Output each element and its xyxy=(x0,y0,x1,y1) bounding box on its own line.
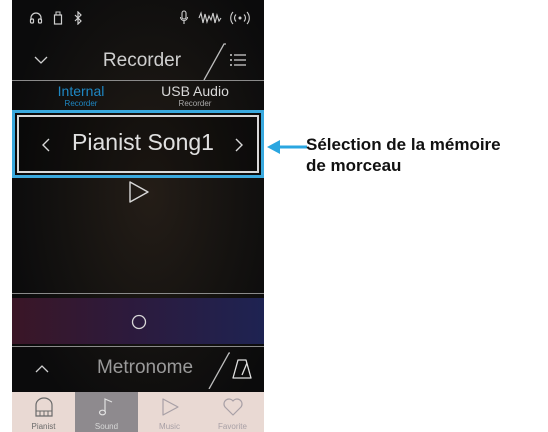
circle-icon xyxy=(131,314,147,330)
microphone-icon xyxy=(178,10,190,26)
metronome-icon xyxy=(232,359,252,379)
tab-sublabel: Recorder xyxy=(64,99,98,108)
nav-pianist[interactable]: Pianist xyxy=(12,392,75,432)
song-memory-selector: Pianist Song1 xyxy=(12,110,264,178)
nav-label: Music xyxy=(159,422,180,431)
song-memory-annotation: Sélection de la mémoire de morceau xyxy=(306,134,546,176)
chevron-up-icon xyxy=(35,365,49,373)
header-divider xyxy=(203,43,226,80)
tab-label: Internal xyxy=(57,83,105,99)
play-icon xyxy=(162,398,179,416)
headphones-icon xyxy=(28,10,44,26)
play-icon xyxy=(129,181,149,203)
metronome-title: Metronome xyxy=(96,357,194,378)
nav-music[interactable]: Music xyxy=(138,392,201,432)
audio-waveform-icon xyxy=(198,10,222,26)
bluetooth-icon xyxy=(72,10,84,26)
chevron-left-icon xyxy=(42,138,50,152)
tab-usb-audio-recorder[interactable]: USB Audio Recorder xyxy=(140,84,250,109)
expand-button[interactable] xyxy=(30,359,54,379)
heart-icon xyxy=(223,398,243,416)
annotation-line-2: de morceau xyxy=(306,156,402,175)
nav-label: Pianist xyxy=(31,422,56,431)
tab-label: USB Audio xyxy=(161,83,229,99)
piano-icon xyxy=(35,397,53,417)
metronome-header: Metronome xyxy=(12,346,264,391)
nav-favorite[interactable]: Favorite xyxy=(201,392,264,432)
song-name: Pianist Song1 xyxy=(72,129,214,155)
recorder-title: Recorder xyxy=(102,50,182,71)
music-note-icon xyxy=(98,398,113,416)
nav-sound[interactable]: Sound xyxy=(75,392,138,432)
tab-sublabel: Recorder xyxy=(178,99,212,108)
recorder-header: Recorder xyxy=(12,40,264,81)
header-divider xyxy=(208,352,230,389)
callout-arrow-icon xyxy=(267,140,307,154)
wireless-icon xyxy=(228,10,252,26)
usb-memory-icon xyxy=(52,10,64,26)
piano-app-screen: Recorder Internal Recorder USB Audio Rec… xyxy=(12,0,264,432)
nav-label: Favorite xyxy=(218,422,247,431)
chevron-down-icon xyxy=(34,56,48,64)
nav-label: Sound xyxy=(94,422,119,431)
collapse-button[interactable] xyxy=(26,48,56,72)
metronome-settings-button[interactable] xyxy=(232,358,254,382)
annotation-line-1: Sélection de la mémoire xyxy=(306,135,501,154)
metronome-start-button[interactable] xyxy=(130,313,148,331)
status-bar xyxy=(12,0,264,36)
previous-song-button[interactable] xyxy=(37,135,55,155)
bottom-navigation: Pianist Sound Music Favorite xyxy=(12,392,264,432)
metronome-panel xyxy=(12,298,264,344)
chevron-right-icon xyxy=(235,138,243,152)
next-song-button[interactable] xyxy=(230,135,248,155)
list-menu-icon xyxy=(230,54,246,66)
section-divider xyxy=(12,293,264,294)
play-button[interactable] xyxy=(128,180,152,204)
recorder-menu-button[interactable] xyxy=(224,49,252,71)
tab-internal-recorder[interactable]: Internal Recorder xyxy=(26,84,136,109)
